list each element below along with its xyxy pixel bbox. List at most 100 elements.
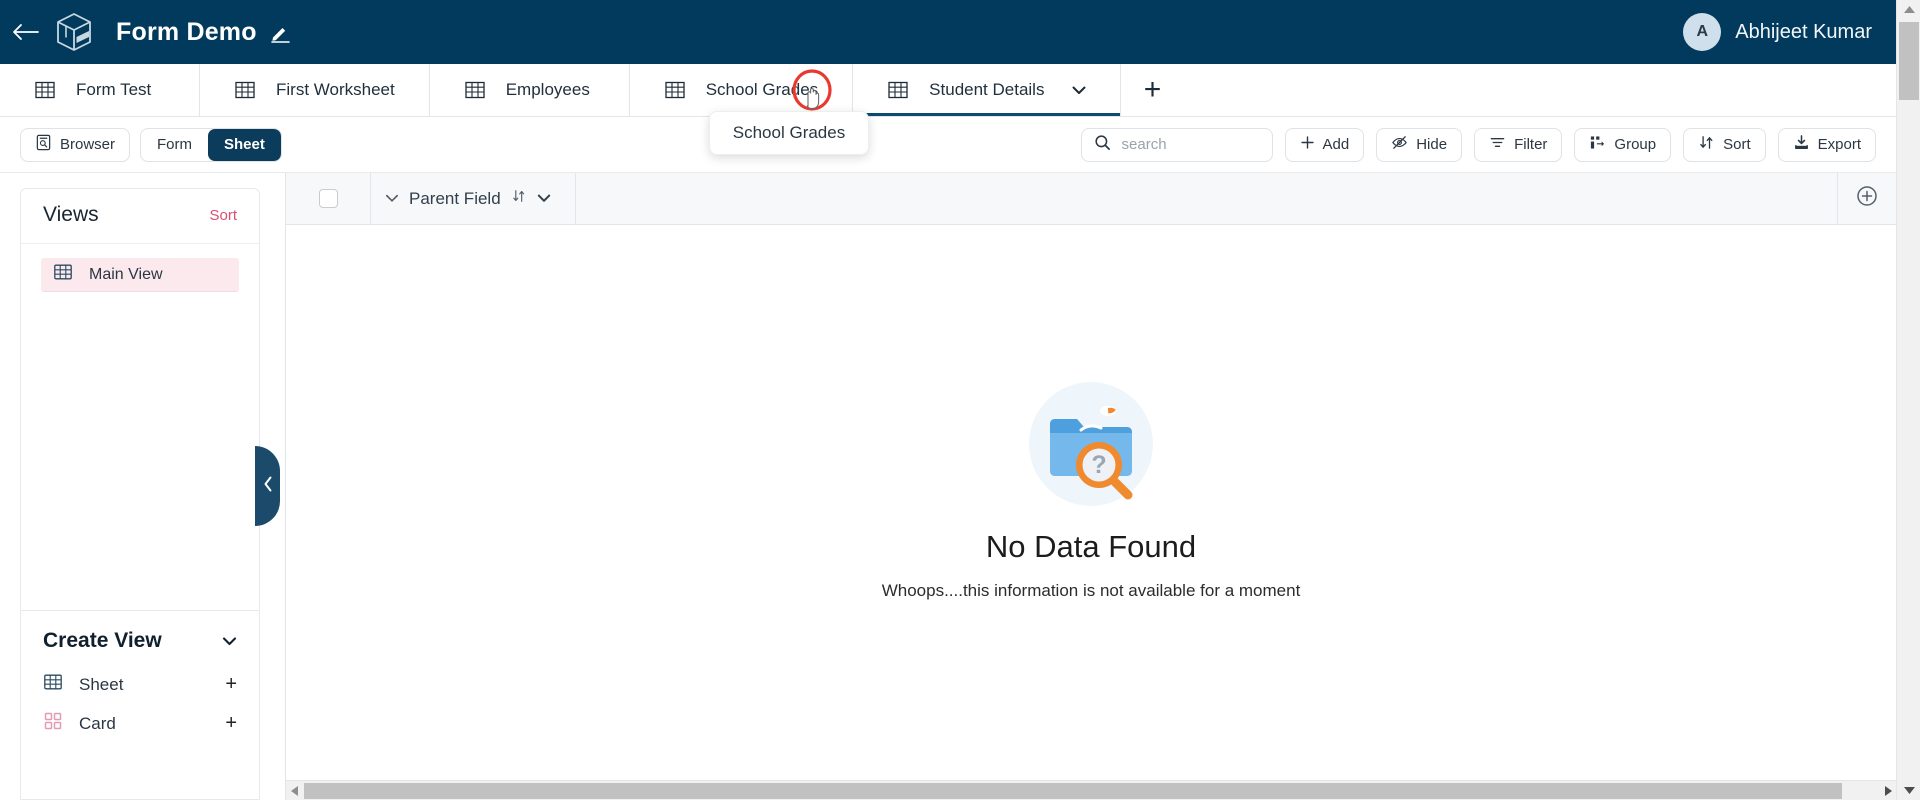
create-view-panel: Create View Sheet + Card + [20,610,260,800]
workspace-body: Views Sort Main View Create View Sheet +… [0,173,1897,800]
create-view-title: Create View [43,629,162,652]
page-title: Form Demo [116,17,257,46]
tab-label: School Grades [705,80,819,99]
tab-label: Student Details [929,80,1045,99]
avatar: A [1683,13,1722,51]
group-icon [1589,134,1606,155]
chevron-down-icon[interactable] [1072,85,1086,95]
user-name: Abhijeet Kumar [1735,20,1872,43]
pencil-icon[interactable] [269,21,291,43]
grid-header-spacer [576,173,1838,224]
data-grid: Parent Field ? No Data Found Whoops....t… [285,173,1897,800]
create-view-card[interactable]: Card + [21,704,259,743]
horizontal-scrollbar-track[interactable] [304,781,1879,800]
create-view-header[interactable]: Create View [21,611,259,665]
grid-header-row: Parent Field [286,173,1896,225]
search-input[interactable] [1119,135,1260,154]
vertical-scrollbar[interactable] [1896,0,1920,800]
table-grid-icon [887,79,909,101]
browser-button-label: Browser [60,136,116,153]
filter-button[interactable]: Filter [1474,127,1563,162]
table-grid-icon [53,262,73,287]
add-button-label: Add [1322,136,1350,153]
sort-arrows-icon [1698,134,1715,155]
folder-search-question-icon: ? [1011,369,1171,519]
select-all-checkbox[interactable] [318,189,338,208]
add-worksheet-button[interactable]: + [1121,64,1183,116]
eye-off-icon [1391,134,1408,155]
add-card-view-button[interactable]: + [225,712,237,735]
user-menu[interactable]: A Abhijeet Kumar [1683,13,1872,51]
tab-tooltip: School Grades [709,111,869,155]
tab-first-worksheet[interactable]: First Worksheet [200,64,430,116]
hide-button-label: Hide [1416,136,1448,153]
group-button[interactable]: Group [1574,127,1672,162]
browser-document-icon [35,134,52,155]
hide-button[interactable]: Hide [1376,127,1463,162]
export-button-label: Export [1817,136,1861,153]
sidebar-item-label: Main View [89,265,163,283]
views-sort-link[interactable]: Sort [209,207,237,224]
sort-button[interactable]: Sort [1683,127,1766,162]
cube-logo-icon [52,10,96,54]
chevron-left-icon [262,475,274,498]
tab-label: Employees [505,80,590,99]
table-grid-icon [34,79,56,101]
views-sidebar: Views Sort Main View Create View Sheet +… [20,188,260,800]
search-icon [1094,134,1111,156]
empty-state-title: No Data Found [985,529,1197,564]
empty-state-subtitle: Whoops....this information is not availa… [881,581,1301,600]
create-view-label: Card [79,713,116,733]
chevron-down-icon[interactable] [385,190,399,208]
tab-form-test[interactable]: Form Test [0,64,200,116]
search-box[interactable] [1080,127,1273,162]
views-header: Views Sort [21,189,259,244]
horizontal-scrollbar[interactable] [286,780,1897,800]
view-mode-toggle: Form Sheet [140,127,282,162]
grid-column-label: Parent Field [409,188,501,208]
views-list: Main View [21,244,259,292]
grid-column-parent-field[interactable]: Parent Field [371,173,576,224]
triangle-left-icon[interactable] [286,781,304,800]
add-column-button[interactable] [1838,173,1896,224]
triangle-up-icon[interactable] [1897,0,1920,20]
table-grid-icon [234,79,256,101]
horizontal-scrollbar-thumb[interactable] [304,783,1842,799]
table-grid-icon [464,79,486,101]
plus-icon [1300,135,1315,154]
export-button[interactable]: Export [1777,127,1876,162]
sidebar-collapse-handle[interactable] [255,446,280,526]
chevron-down-icon[interactable] [222,636,237,646]
plus-circle-icon [1855,184,1879,213]
worksheet-tab-bar: Form Test First Worksheet Employees Scho… [0,64,1896,117]
add-sheet-view-button[interactable]: + [225,673,237,696]
empty-state: ? No Data Found Whoops....this informati… [286,225,1896,745]
sidebar-item-main-view[interactable]: Main View [41,258,239,292]
tab-employees[interactable]: Employees [429,64,630,116]
sort-arrows-icon[interactable] [511,188,527,209]
view-mode-sheet[interactable]: Sheet [208,128,281,161]
back-arrow-icon[interactable] [8,15,42,49]
toolbar-actions: Add Hide Filter [1080,127,1876,162]
view-mode-form[interactable]: Form [141,129,208,161]
browser-button[interactable]: Browser [20,127,131,162]
select-all-cell [286,173,371,224]
triangle-right-icon[interactable] [1879,781,1897,800]
views-title: Views [43,203,99,226]
sort-button-label: Sort [1723,136,1751,153]
download-icon [1793,134,1810,155]
group-button-label: Group [1614,136,1657,153]
tab-label: Form Test [76,80,152,99]
table-grid-icon [664,79,686,101]
tab-school-grades[interactable]: School Grades [629,64,854,116]
add-button[interactable]: Add [1284,127,1365,162]
tab-label: First Worksheet [276,80,395,99]
create-view-sheet[interactable]: Sheet + [21,665,259,704]
main-toolbar: Browser Form Sheet Add [0,117,1896,173]
grid-column-menu-icon[interactable] [537,190,551,208]
triangle-down-icon[interactable] [1897,780,1920,800]
tab-student-details[interactable]: Student Details [853,64,1122,116]
filter-icon [1489,134,1506,155]
vertical-scrollbar-thumb[interactable] [1899,22,1919,100]
filter-button-label: Filter [1514,136,1548,153]
